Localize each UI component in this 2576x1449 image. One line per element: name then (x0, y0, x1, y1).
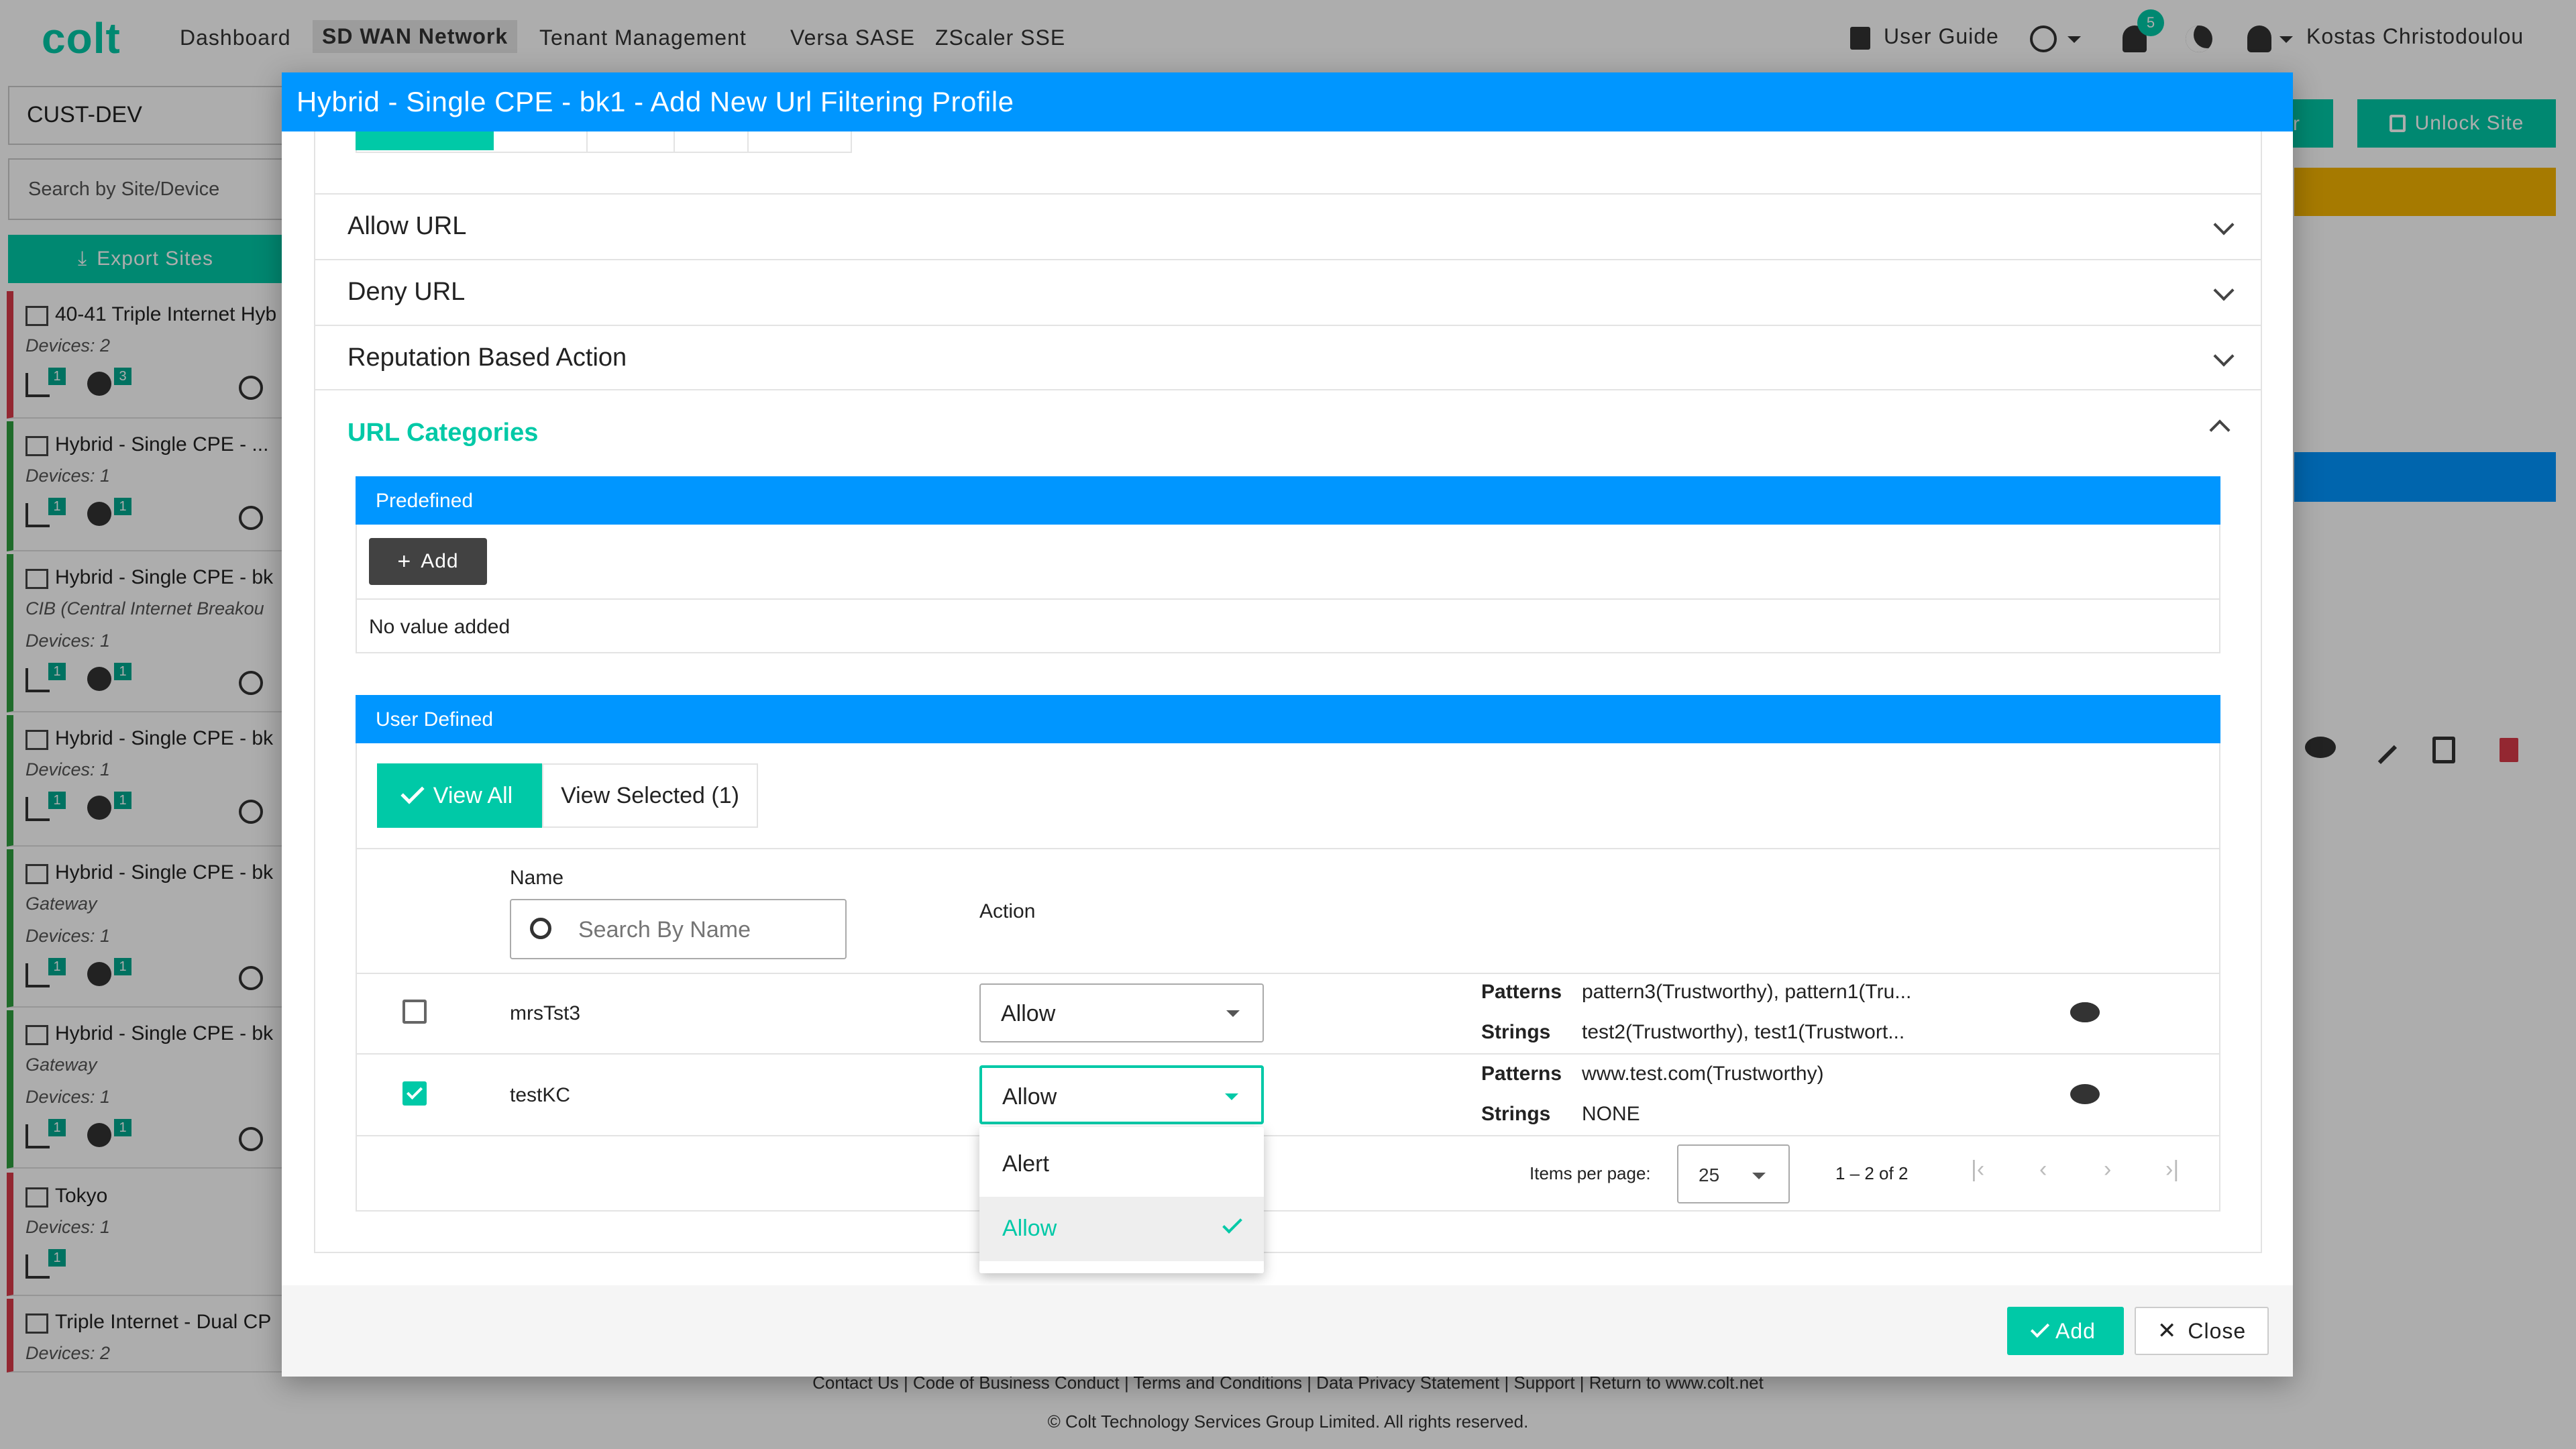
eye-icon[interactable] (2070, 1084, 2100, 1104)
modal-add-label: Add (2055, 1318, 2096, 1343)
patterns-value: pattern3(Trustworthy), pattern1(Tru... (1582, 981, 1912, 1003)
row-name: mrsTst3 (510, 1002, 580, 1024)
accordion-deny-url[interactable]: Deny URL (315, 259, 2261, 323)
accordion-reputation-label: Reputation Based Action (347, 343, 627, 372)
row-action-select[interactable]: Allow (979, 983, 1264, 1042)
check-icon (1222, 1214, 1242, 1234)
modal-footer (282, 1285, 2293, 1377)
accordion-allow-url[interactable]: Allow URL (315, 193, 2261, 258)
row-action-value: Allow (1002, 1084, 1057, 1110)
eye-icon[interactable] (2070, 1002, 2100, 1022)
name-search-input[interactable] (578, 915, 833, 945)
strings-value: test2(Trustworthy), test1(Trustwort... (1582, 1021, 1905, 1043)
row-action-select-open[interactable]: Allow (979, 1065, 1264, 1124)
previous-page-icon[interactable]: ‹ (2039, 1157, 2047, 1183)
accordion-divider (315, 389, 2261, 390)
items-per-page-value: 25 (1699, 1165, 1720, 1185)
tab-divider (586, 131, 588, 152)
name-search-field[interactable] (510, 899, 847, 959)
modal-close-label: Close (2188, 1318, 2247, 1343)
dropdown-option-allow[interactable]: Allow (979, 1197, 1264, 1261)
check-icon (2030, 1318, 2050, 1338)
last-page-icon[interactable]: ›| (2165, 1157, 2179, 1183)
modal-close-button[interactable]: ✕ Close (2135, 1307, 2269, 1355)
strings-label: Strings (1481, 1021, 1551, 1043)
dropdown-option-allow-label: Allow (1002, 1216, 1057, 1241)
accordion-deny-url-label: Deny URL (347, 277, 466, 306)
pager-range: 1 – 2 of 2 (1835, 1163, 1909, 1183)
divider (357, 598, 2219, 600)
row-name: testKC (510, 1084, 571, 1106)
chevron-down-icon (2213, 280, 2235, 301)
predefined-header: Predefined (356, 476, 2220, 525)
strings-value: NONE (1582, 1103, 1640, 1125)
predefined-add-button[interactable]: + Add (369, 538, 487, 585)
check-icon (406, 1083, 423, 1100)
modal-add-button[interactable]: Add (2007, 1307, 2124, 1355)
view-all-label: View All (433, 782, 513, 808)
name-column-header: Name (510, 867, 564, 889)
accordion-reputation-based-action[interactable]: Reputation Based Action (315, 325, 2261, 389)
search-icon (530, 918, 551, 939)
row-action-value: Allow (1001, 1001, 1056, 1026)
row-divider (356, 973, 2220, 974)
active-tab-indicator[interactable] (356, 131, 494, 150)
chevron-down-icon (2213, 214, 2235, 235)
patterns-value: www.test.com(Trustworthy) (1582, 1063, 1824, 1085)
user-defined-header: User Defined (356, 695, 2220, 743)
view-all-toggle[interactable]: View All (377, 763, 542, 828)
close-icon: ✕ (2157, 1318, 2178, 1344)
first-page-icon[interactable]: |‹ (1971, 1157, 1984, 1183)
action-column-header: Action (979, 900, 1036, 922)
row-divider (356, 1135, 2220, 1136)
row-checkbox-testkc[interactable] (402, 1081, 427, 1106)
caret-down-icon (1225, 1093, 1238, 1100)
items-per-page-select[interactable]: 25 (1677, 1144, 1790, 1203)
caret-down-icon (1752, 1173, 1766, 1179)
tab-divider (747, 131, 749, 152)
accordion-allow-url-label: Allow URL (347, 211, 467, 240)
patterns-label: Patterns (1481, 1063, 1562, 1085)
divider (357, 848, 2219, 849)
modal-title: Hybrid - Single CPE - bk1 - Add New Url … (282, 72, 2293, 131)
plus-icon: + (397, 548, 412, 574)
row-divider (356, 1053, 2220, 1055)
accordion-url-categories[interactable]: URL Categories (347, 419, 538, 447)
items-per-page-label: Items per page: (1529, 1163, 1651, 1183)
tab-divider (674, 131, 675, 152)
chevron-down-icon (2213, 345, 2235, 367)
check-icon (400, 780, 425, 804)
action-dropdown-panel: Alert Allow (979, 1127, 1264, 1273)
predefined-add-label: Add (421, 550, 459, 572)
view-selected-toggle[interactable]: View Selected (1) (542, 763, 758, 828)
caret-down-icon (1226, 1010, 1240, 1017)
dropdown-option-alert[interactable]: Alert (979, 1132, 1264, 1197)
next-page-icon[interactable]: › (2104, 1157, 2111, 1183)
strings-label: Strings (1481, 1103, 1551, 1125)
patterns-label: Patterns (1481, 981, 1562, 1003)
row-checkbox-mrststs3[interactable] (402, 1000, 427, 1024)
predefined-empty-text: No value added (369, 616, 511, 638)
